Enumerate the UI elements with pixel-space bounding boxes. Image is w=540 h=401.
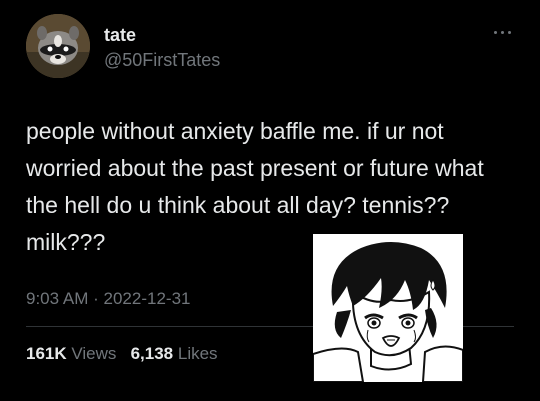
tweet-date: 2022-12-31 <box>103 289 191 308</box>
likes-label: Likes <box>177 344 218 363</box>
views-count: 161K <box>26 344 67 363</box>
tweet-time: 9:03 AM <box>26 289 89 308</box>
author-display-name[interactable]: tate <box>104 25 136 46</box>
more-options-icon[interactable] <box>492 28 514 38</box>
raccoon-avatar[interactable] <box>26 14 90 78</box>
likes-stat[interactable]: 6,138 Likes <box>131 344 218 363</box>
timestamp-separator: · <box>93 289 99 308</box>
tweet-timestamp[interactable]: 9:03 AM · 2022-12-31 <box>26 289 190 309</box>
views-label: Views <box>71 344 117 363</box>
author-handle[interactable]: @50FirstTates <box>104 50 220 71</box>
anxious-manga-character-image <box>313 234 463 382</box>
tweet-stats: 161K Views 6,138 Likes <box>26 344 218 364</box>
views-stat[interactable]: 161K Views <box>26 344 116 363</box>
likes-count: 6,138 <box>130 344 174 363</box>
